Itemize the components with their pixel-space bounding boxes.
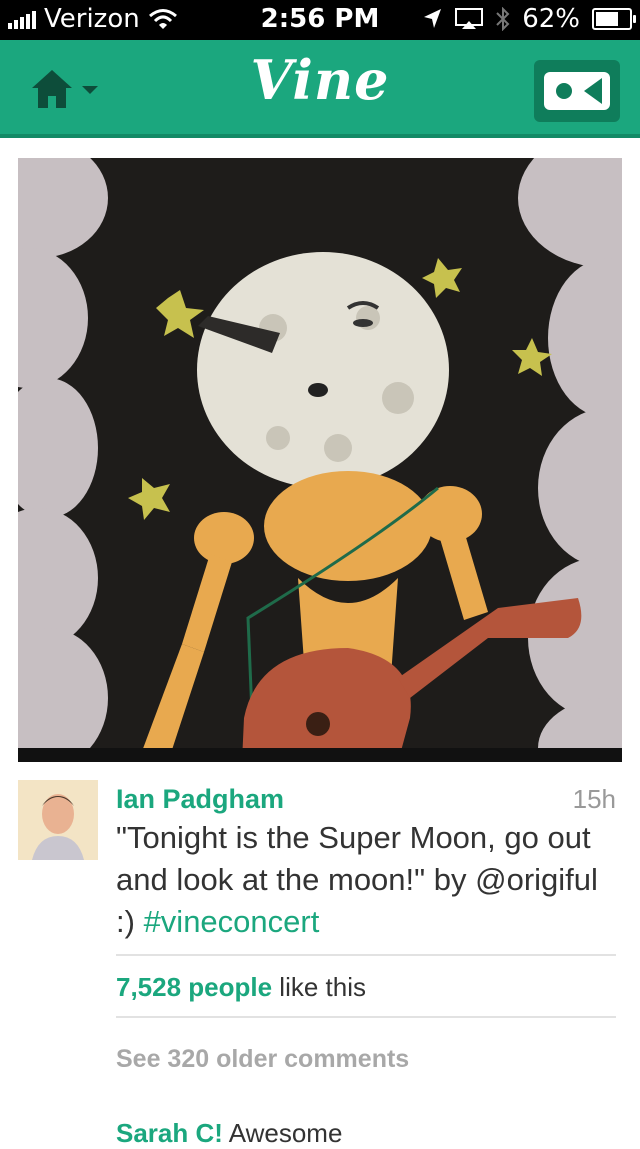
bluetooth-icon [496,7,510,31]
comment-text: Awesome [222,1118,343,1148]
nav-bar: Vine [0,40,640,138]
record-video-button[interactable] [534,60,620,122]
post-time: 15h [572,784,616,814]
comment-item: Sarah C! Awesome [116,1118,342,1149]
likes-count[interactable]: 7,528 people [116,972,272,1002]
divider [116,954,616,956]
video-player[interactable] [18,158,622,762]
battery-percent: 62% [522,4,580,34]
older-comments-link[interactable]: See 320 older comments [116,1045,409,1074]
status-bar: Verizon 2:56 PM 62% [0,0,640,40]
status-indicators: 62% [422,4,636,34]
commenter-name[interactable]: Sarah C! [116,1118,223,1148]
post-caption: "Tonight is the Super Moon, go out and l… [116,817,616,943]
likes-row: 7,528 people like this [116,972,366,1003]
caption-hashtag[interactable]: #vineconcert [144,904,320,939]
author-name[interactable]: Ian Padgham [116,784,284,815]
author-avatar[interactable] [18,780,98,860]
battery-icon [592,8,636,30]
avatar-image [18,780,98,860]
likes-suffix: like this [272,972,366,1002]
divider [116,1016,616,1018]
video-thumbnail [18,158,622,762]
location-arrow-icon [424,9,442,28]
airplay-icon [455,8,484,29]
video-camera-icon [544,72,610,110]
